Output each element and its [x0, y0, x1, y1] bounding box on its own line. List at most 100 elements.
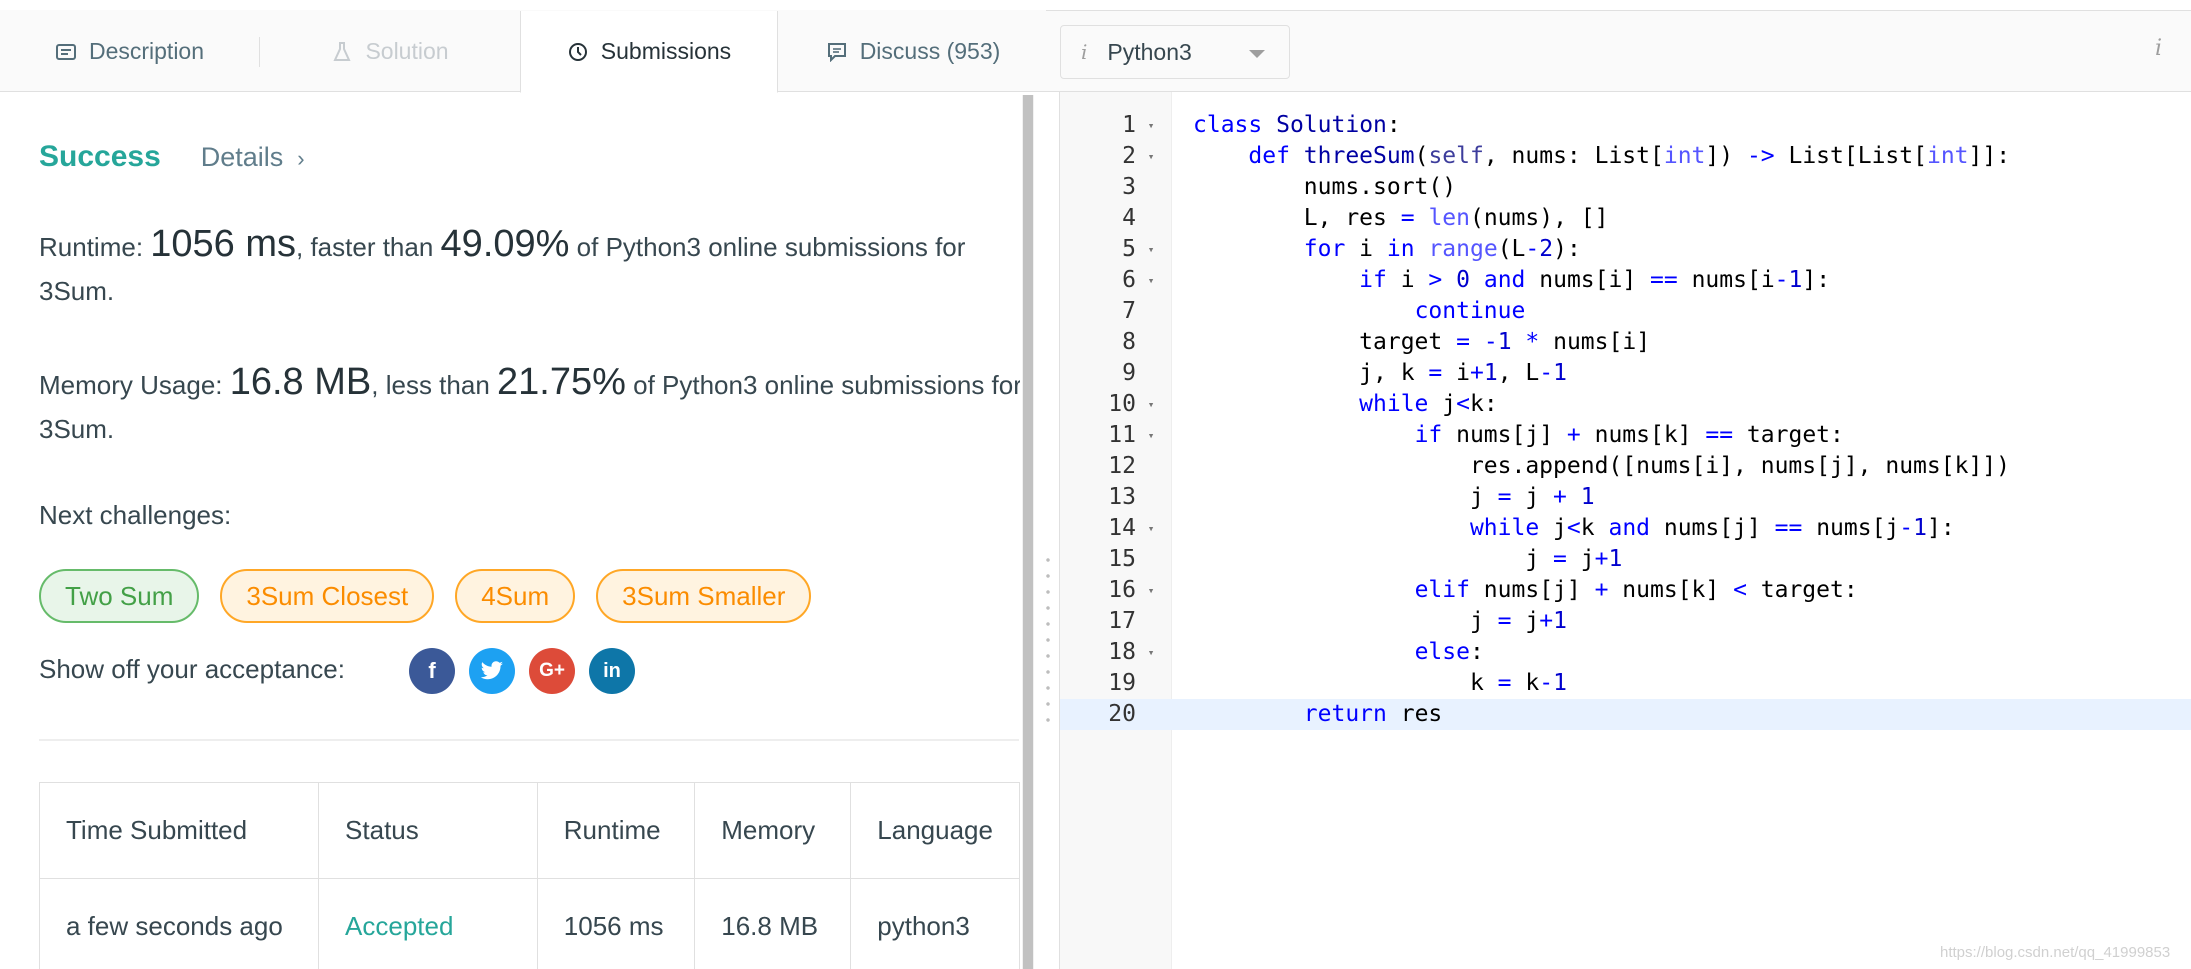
- code-line[interactable]: 11 ▾ if nums[j] + nums[k] == target:: [1060, 420, 2191, 451]
- code-line[interactable]: 16 ▾ elif nums[j] + nums[k] < target:: [1060, 575, 2191, 606]
- language-select[interactable]: i Python3: [1060, 25, 1290, 79]
- code-text: while j<k and nums[j] == nums[j-1]:: [1469, 515, 1955, 541]
- code-line[interactable]: 7 continue: [1060, 296, 2191, 327]
- next-challenges-label: Next challenges:: [39, 500, 232, 530]
- code-text: elif nums[j] + nums[k] < target:: [1414, 577, 1858, 603]
- code-text: else:: [1414, 639, 1484, 665]
- code-text: res.append([nums[i], nums[j], nums[k]]): [1193, 453, 2010, 479]
- line-number: 4: [1122, 205, 1136, 231]
- code-line[interactable]: 6 ▾ if i > 0 and nums[i] == nums[i-1]:: [1060, 265, 2191, 296]
- fold-toggle-icon[interactable]: ▾: [1144, 513, 1158, 544]
- code-line[interactable]: 15 j = j+1: [1060, 544, 2191, 575]
- code-line[interactable]: 17 j = j+1: [1060, 606, 2191, 637]
- table-row[interactable]: a few seconds ago Accepted 1056 ms 16.8 …: [38, 878, 1020, 969]
- code-line[interactable]: 2 ▾ def threeSum(self, nums: List[int]) -…: [1060, 141, 2191, 172]
- line-number: 3: [1122, 174, 1136, 200]
- runtime-label: Runtime:: [39, 232, 151, 262]
- left-panel-scrollbar[interactable]: [1022, 95, 1034, 969]
- top-tab-bar: Description Solution Submissions Discuss…: [0, 0, 2191, 93]
- linkedin-icon[interactable]: in: [589, 648, 635, 694]
- code-line[interactable]: 4 L, res = len(nums), []: [1060, 203, 2191, 234]
- challenge-chip[interactable]: 3Sum Smaller: [596, 569, 812, 623]
- code-text: if nums[j] + nums[k] == target:: [1414, 422, 1844, 448]
- memory-value: 16.8 MB: [229, 361, 372, 403]
- code-line[interactable]: 12 res.append([nums[i], nums[j], nums[k]…: [1060, 451, 2191, 482]
- code-line-active[interactable]: 20 return res: [1060, 699, 2191, 730]
- watermark: https://blog.csdn.net/qq_41999853: [1940, 944, 2171, 961]
- column-header: Status: [318, 782, 538, 879]
- code-text: if i > 0 and nums[i] == nums[i-1]:: [1359, 267, 1831, 293]
- description-icon: [55, 41, 77, 63]
- code-line[interactable]: 13 j = j + 1: [1060, 482, 2191, 513]
- code-text: L, res = len(nums), []: [1193, 205, 1609, 231]
- fold-toggle-icon[interactable]: ▾: [1144, 265, 1158, 296]
- share-buttons: f G+ in: [409, 648, 649, 694]
- code-text: def threeSum(self, nums: List[int]) -> L…: [1248, 143, 2011, 169]
- memory-cell: 16.8 MB: [694, 878, 852, 969]
- fold-toggle-icon[interactable]: ▾: [1144, 141, 1158, 172]
- status-cell[interactable]: Accepted: [318, 878, 538, 969]
- line-number: 11: [1108, 422, 1136, 448]
- fold-toggle-icon[interactable]: ▾: [1144, 389, 1158, 420]
- column-header: Language: [850, 782, 1020, 879]
- fold-toggle-icon[interactable]: ▾: [1144, 637, 1158, 668]
- runtime-percent: 49.09%: [440, 223, 570, 265]
- chevron-right-icon: ›: [297, 146, 305, 171]
- info-icon[interactable]: i: [2155, 36, 2162, 61]
- code-text: j, k = i+1, L-1: [1193, 360, 1567, 386]
- fold-toggle-icon[interactable]: ▾: [1144, 420, 1158, 451]
- tab-discuss[interactable]: Discuss (953): [780, 11, 1046, 92]
- memory-summary: Memory Usage: 16.8 MB, less than 21.75% …: [39, 360, 1020, 451]
- tab-submissions[interactable]: Submissions: [520, 11, 778, 93]
- code-line[interactable]: 14 ▾ while j<k and nums[j] == nums[j-1]:: [1060, 513, 2191, 544]
- fold-toggle-icon[interactable]: ▾: [1144, 110, 1158, 141]
- twitter-icon[interactable]: [469, 648, 515, 694]
- code-text: while j<k:: [1359, 391, 1498, 417]
- next-challenges-list: Two Sum 3Sum Closest 4Sum 3Sum Smaller: [39, 569, 832, 623]
- language-cell: python3: [850, 878, 1020, 969]
- details-link[interactable]: Details ›: [201, 142, 305, 173]
- code-text: continue: [1414, 298, 1526, 324]
- code-line[interactable]: 3 nums.sort(): [1060, 172, 2191, 203]
- code-line[interactable]: 8 target = -1 * nums[i]: [1060, 327, 2191, 358]
- code-line[interactable]: 19 k = k-1: [1060, 668, 2191, 699]
- tab-solution-label: Solution: [365, 38, 449, 64]
- code-line[interactable]: 18 ▾ else:: [1060, 637, 2191, 668]
- line-number: 1: [1122, 112, 1136, 138]
- result-header: Success Details ›: [39, 140, 305, 174]
- comment-icon: [826, 41, 848, 63]
- line-number: 14: [1108, 515, 1136, 541]
- tab-discuss-label: Discuss (953): [859, 38, 1001, 64]
- runtime-value: 1056 ms: [150, 223, 297, 265]
- scrollbar-thumb[interactable]: [1023, 95, 1033, 969]
- pane-splitter[interactable]: [1036, 92, 1060, 969]
- fold-toggle-icon[interactable]: ▾: [1144, 575, 1158, 606]
- table-header-row: Time Submitted Status Runtime Memory Lan…: [38, 782, 1020, 879]
- challenge-chip[interactable]: 4Sum: [455, 569, 576, 623]
- caret-down-icon: [1249, 50, 1265, 58]
- line-number: 7: [1122, 298, 1136, 324]
- tab-solution[interactable]: Solution: [260, 11, 520, 92]
- code-line[interactable]: 10 ▾ while j<k:: [1060, 389, 2191, 420]
- clock-icon: [567, 41, 589, 63]
- column-header: Time Submitted: [38, 782, 320, 879]
- challenge-chip[interactable]: 3Sum Closest: [220, 569, 435, 623]
- code-line[interactable]: 1 ▾ class Solution:: [1060, 110, 2191, 141]
- runtime-summary: Runtime: 1056 ms, faster than 49.09% of …: [39, 222, 1020, 313]
- line-number: 8: [1122, 329, 1136, 355]
- code-editor[interactable]: 1 ▾ class Solution: 2 ▾ def threeSum(self, …: [1060, 92, 2191, 969]
- line-number: 12: [1108, 453, 1136, 479]
- code-line[interactable]: 9 j, k = i+1, L-1: [1060, 358, 2191, 389]
- code-lines[interactable]: 1 ▾ class Solution: 2 ▾ def threeSum(self, …: [1060, 110, 2191, 730]
- fold-toggle-icon[interactable]: ▾: [1144, 234, 1158, 265]
- code-line[interactable]: 5 ▾ for i in range(L-2):: [1060, 234, 2191, 265]
- drag-handle-icon[interactable]: [1046, 552, 1050, 732]
- column-header: Runtime: [536, 782, 696, 879]
- challenge-chip[interactable]: Two Sum: [39, 569, 200, 623]
- details-label: Details: [200, 142, 284, 172]
- google-plus-icon[interactable]: G+: [529, 648, 575, 694]
- divider: [39, 739, 1019, 741]
- tab-description-label: Description: [88, 38, 205, 64]
- facebook-icon[interactable]: f: [409, 648, 455, 694]
- tab-description[interactable]: Description: [0, 11, 259, 92]
